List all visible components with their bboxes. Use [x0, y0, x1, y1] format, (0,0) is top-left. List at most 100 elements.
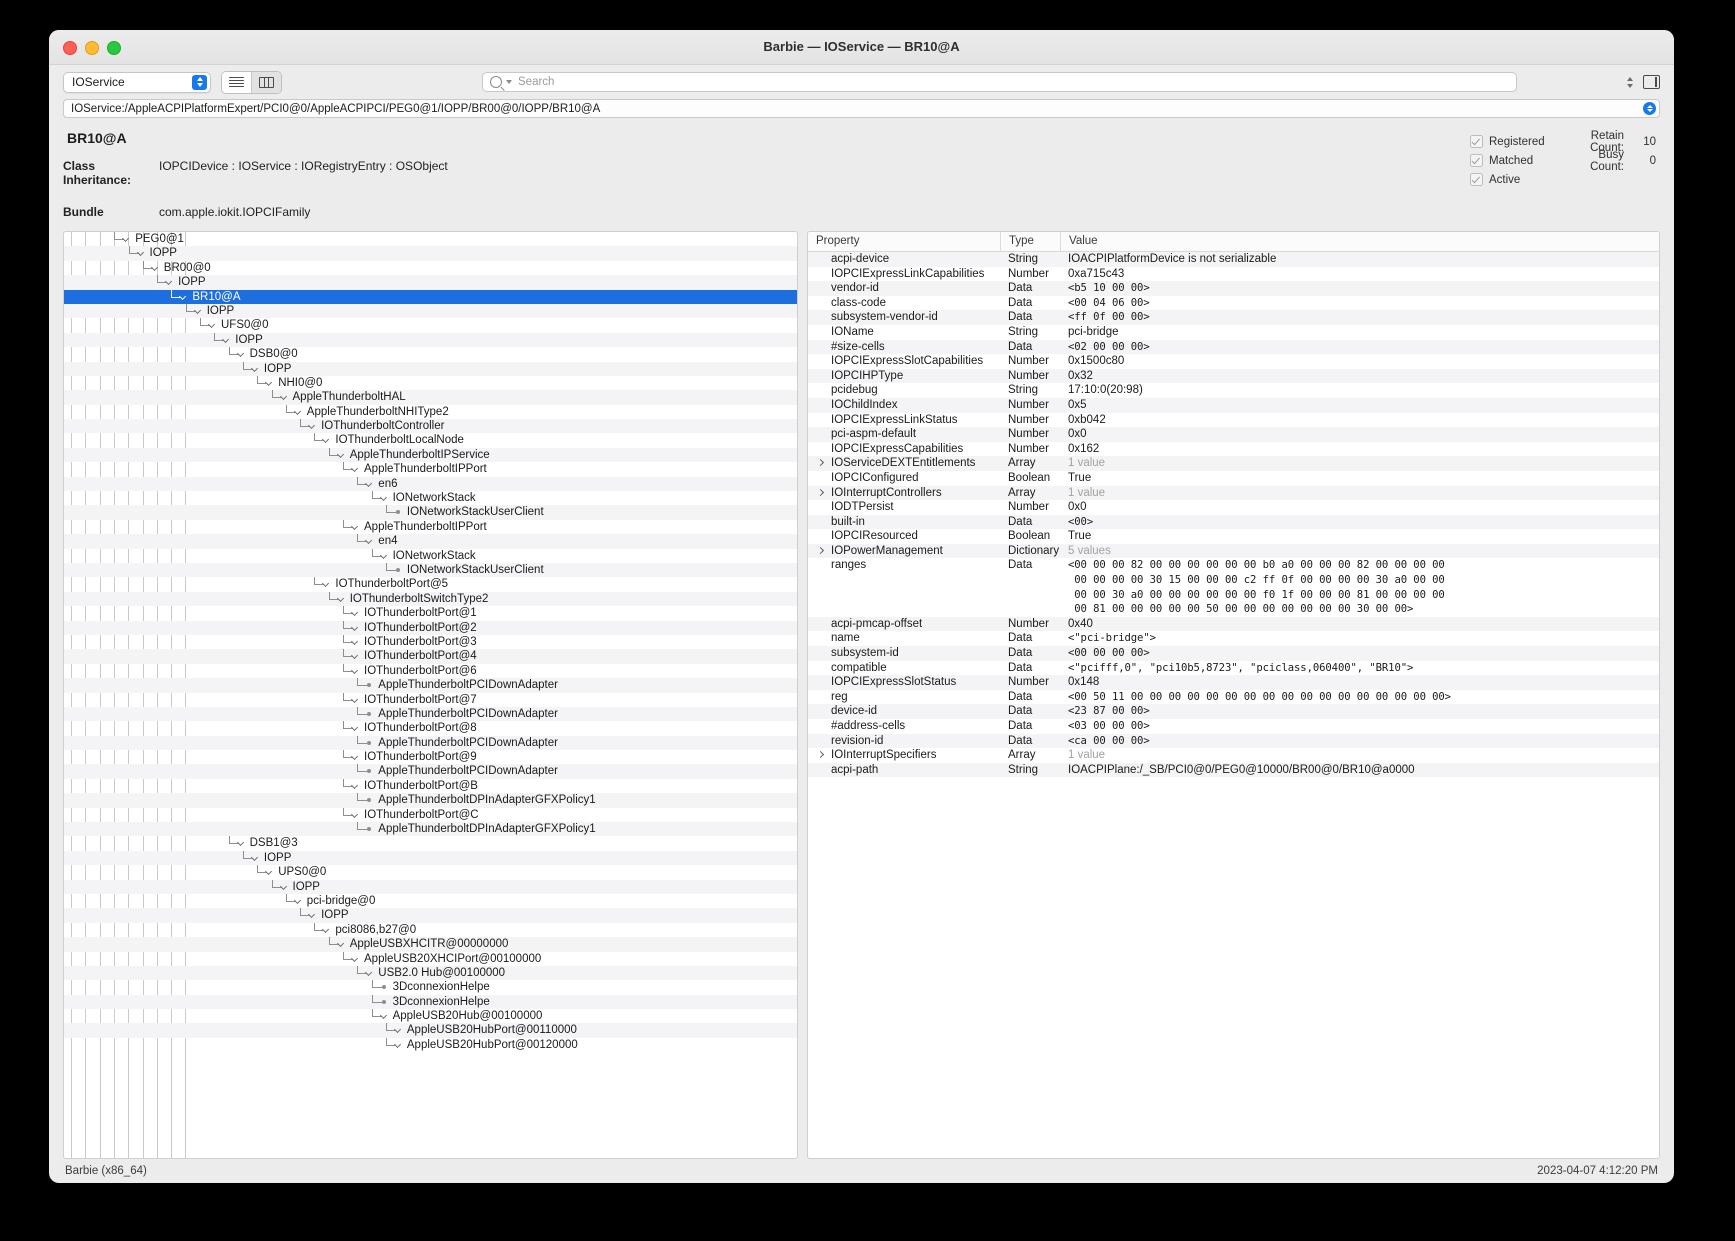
- table-row[interactable]: reg Data <00 50 11 00 00 00 00 00 00 00 00…: [808, 690, 1659, 705]
- table-row[interactable]: IOPCIResourced Boolean True: [808, 529, 1659, 544]
- plane-selector-popup[interactable]: IOService: [63, 71, 211, 93]
- column-header-property[interactable]: Property: [808, 232, 1000, 251]
- path-stepper-icon[interactable]: [1643, 102, 1656, 115]
- tree-node[interactable]: IOPP: [64, 332, 797, 348]
- tree-node[interactable]: DSB0@0: [64, 347, 797, 361]
- tree-node[interactable]: 3DconnexionHelpe: [64, 980, 797, 994]
- table-row[interactable]: acpi-path String IOACPIPlane:/_SB/PCI0@0/P…: [808, 762, 1659, 778]
- table-row[interactable]: IODTPersist Number 0x0: [808, 500, 1659, 515]
- table-row[interactable]: IOPCIExpressSlotStatus Number 0x148: [808, 675, 1659, 690]
- table-row[interactable]: IOName String pci-bridge: [808, 325, 1659, 340]
- property-pane[interactable]: Property Type Value acpi-device String IOA…: [807, 231, 1660, 1159]
- tree-node[interactable]: AppleThunderboltPCIDownAdapter: [64, 764, 797, 779]
- table-row[interactable]: built-in Data <00>: [808, 514, 1659, 530]
- tree-node[interactable]: AppleThunderboltPCIDownAdapter: [64, 678, 797, 693]
- tree-node[interactable]: IOPP: [64, 850, 797, 866]
- table-row[interactable]: subsystem-vendor-id Data <ff 0f 00 00>: [808, 310, 1659, 325]
- table-row[interactable]: device-id Data <23 87 00 00>: [808, 704, 1659, 719]
- tree-node[interactable]: IOThunderboltPort@9: [64, 750, 797, 764]
- tree-node[interactable]: AppleThunderboltDPInAdapterGFXPolicy1: [64, 822, 797, 837]
- table-row[interactable]: ranges Data <00 00 00 82 00 00 00 00 00 00…: [808, 558, 1659, 616]
- table-row[interactable]: #address-cells Data <03 00 00 00>: [808, 719, 1659, 734]
- disclosure-triangle-icon[interactable]: [818, 548, 824, 554]
- table-row[interactable]: acpi-device String IOACPIPlatformDevice is…: [808, 252, 1659, 267]
- table-row[interactable]: IOPCIExpressLinkStatus Number 0xb042: [808, 413, 1659, 428]
- tree-node-selected[interactable]: BR10@A: [64, 289, 797, 304]
- tree-node[interactable]: AppleThunderboltIPService: [64, 447, 797, 463]
- registry-tree[interactable]: PEG0@1 IOPP BR00@0 IOPP BR10@A IOPP UFS0@0 IOPP…: [64, 232, 797, 1158]
- list-view-icon[interactable]: [222, 71, 251, 93]
- tree-node[interactable]: NHI0@0: [64, 375, 797, 390]
- tree-node[interactable]: AppleUSBXHCITR@00000000: [64, 937, 797, 952]
- tree-node[interactable]: pci-bridge@0: [64, 893, 797, 908]
- tree-node[interactable]: IOThunderboltLocalNode: [64, 433, 797, 447]
- table-row[interactable]: IOPCIExpressCapabilities Number 0x162: [808, 442, 1659, 457]
- table-row[interactable]: IOPowerManagement Dictionary 5 values: [808, 543, 1659, 559]
- tree-node[interactable]: AppleUSB20Hub@00100000: [64, 1009, 797, 1023]
- tree-node[interactable]: UFS0@0: [64, 318, 797, 332]
- search-field[interactable]: [482, 72, 1517, 92]
- tree-node[interactable]: AppleThunderboltPCIDownAdapter: [64, 735, 797, 751]
- disclosure-triangle-icon[interactable]: [818, 460, 824, 466]
- table-row[interactable]: IOPCIConfigured Boolean True: [808, 471, 1659, 486]
- tree-node[interactable]: BR00@0: [64, 260, 797, 275]
- tree-node[interactable]: AppleUSB20XHCIPort@00100000: [64, 951, 797, 966]
- tree-node[interactable]: AppleThunderboltIPPort: [64, 462, 797, 476]
- tree-node[interactable]: IOThunderboltPort@B: [64, 778, 797, 793]
- tree-node[interactable]: AppleThunderboltIPPort: [64, 519, 797, 534]
- tree-node[interactable]: AppleThunderboltPCIDownAdapter: [64, 706, 797, 722]
- tree-node[interactable]: AppleThunderboltHAL: [64, 390, 797, 405]
- tree-node[interactable]: IONetworkStackUserClient: [64, 562, 797, 578]
- table-row[interactable]: IOPCIHPType Number 0x32: [808, 368, 1659, 384]
- table-row[interactable]: IOInterruptSpecifiers Array 1 value: [808, 748, 1659, 763]
- tree-node[interactable]: AppleThunderboltNHIType2: [64, 404, 797, 419]
- tree-node[interactable]: IONetworkStack: [64, 548, 797, 563]
- table-row[interactable]: IOPCIExpressSlotCapabilities Number 0x1500…: [808, 354, 1659, 369]
- table-row[interactable]: acpi-pmcap-offset Number 0x40: [808, 616, 1659, 632]
- table-row[interactable]: IOInterruptControllers Array 1 value: [808, 485, 1659, 501]
- tree-node[interactable]: en6: [64, 476, 797, 492]
- tree-node[interactable]: en4: [64, 534, 797, 549]
- tree-node[interactable]: PEG0@1: [64, 232, 797, 246]
- table-row[interactable]: IOServiceDEXTEntitlements Array 1 value: [808, 456, 1659, 471]
- tree-node[interactable]: AppleUSB20HubPort@00120000: [64, 1037, 797, 1052]
- search-input[interactable]: [516, 75, 1509, 89]
- tree-node[interactable]: IOThunderboltPort@4: [64, 649, 797, 664]
- tree-node[interactable]: IOThunderboltController: [64, 419, 797, 434]
- tree-node[interactable]: IONetworkStack: [64, 491, 797, 505]
- table-row[interactable]: IOChildIndex Number 0x5: [808, 397, 1659, 413]
- tree-node[interactable]: IOThunderboltPort@3: [64, 634, 797, 649]
- table-row[interactable]: class-code Data <00 04 06 00>: [808, 296, 1659, 311]
- tree-node[interactable]: 3DconnexionHelpe: [64, 994, 797, 1010]
- table-row[interactable]: IOPCIExpressLinkCapabilities Number 0xa715…: [808, 267, 1659, 282]
- tree-node[interactable]: IOPP: [64, 361, 797, 376]
- column-view-icon[interactable]: [251, 71, 281, 93]
- tree-node[interactable]: IOPP: [64, 879, 797, 894]
- tree-node[interactable]: IOPP: [64, 303, 797, 319]
- stepper-icon[interactable]: [1624, 74, 1636, 91]
- table-row[interactable]: vendor-id Data <b5 10 00 00>: [808, 281, 1659, 296]
- table-row[interactable]: pci-aspm-default Number 0x0: [808, 427, 1659, 442]
- table-row[interactable]: revision-id Data <ca 00 00 00>: [808, 733, 1659, 749]
- tree-node[interactable]: IOThunderboltPort@1: [64, 606, 797, 620]
- tree-node[interactable]: USB2.0 Hub@00100000: [64, 965, 797, 981]
- tree-node[interactable]: AppleUSB20HubPort@00110000: [64, 1023, 797, 1038]
- tree-node[interactable]: IOThunderboltPort@C: [64, 807, 797, 822]
- tree-node[interactable]: IOPP: [64, 246, 797, 261]
- tree-node[interactable]: IOThunderboltPort@2: [64, 620, 797, 635]
- property-table-body[interactable]: acpi-device String IOACPIPlatformDevice is…: [808, 252, 1659, 1158]
- tree-node[interactable]: IOThunderboltPort@6: [64, 663, 797, 678]
- chevron-down-icon[interactable]: [506, 80, 512, 84]
- table-row[interactable]: #size-cells Data <02 00 00 00>: [808, 339, 1659, 355]
- table-row[interactable]: name Data <"pci-bridge">: [808, 631, 1659, 646]
- tree-node[interactable]: IONetworkStackUserClient: [64, 505, 797, 520]
- table-row[interactable]: pcidebug String 17:10:0(20:98): [808, 383, 1659, 398]
- tree-node[interactable]: UPS0@0: [64, 865, 797, 879]
- disclosure-triangle-icon[interactable]: [818, 752, 824, 758]
- sidebar-toggle-icon[interactable]: [1643, 75, 1660, 89]
- tree-node[interactable]: IOPP: [64, 275, 797, 290]
- tree-node[interactable]: IOThunderboltPort@8: [64, 721, 797, 735]
- tree-node[interactable]: AppleThunderboltDPInAdapterGFXPolicy1: [64, 793, 797, 808]
- tree-node[interactable]: pci8086,b27@0: [64, 922, 797, 937]
- tree-node[interactable]: IOThunderboltPort@7: [64, 692, 797, 707]
